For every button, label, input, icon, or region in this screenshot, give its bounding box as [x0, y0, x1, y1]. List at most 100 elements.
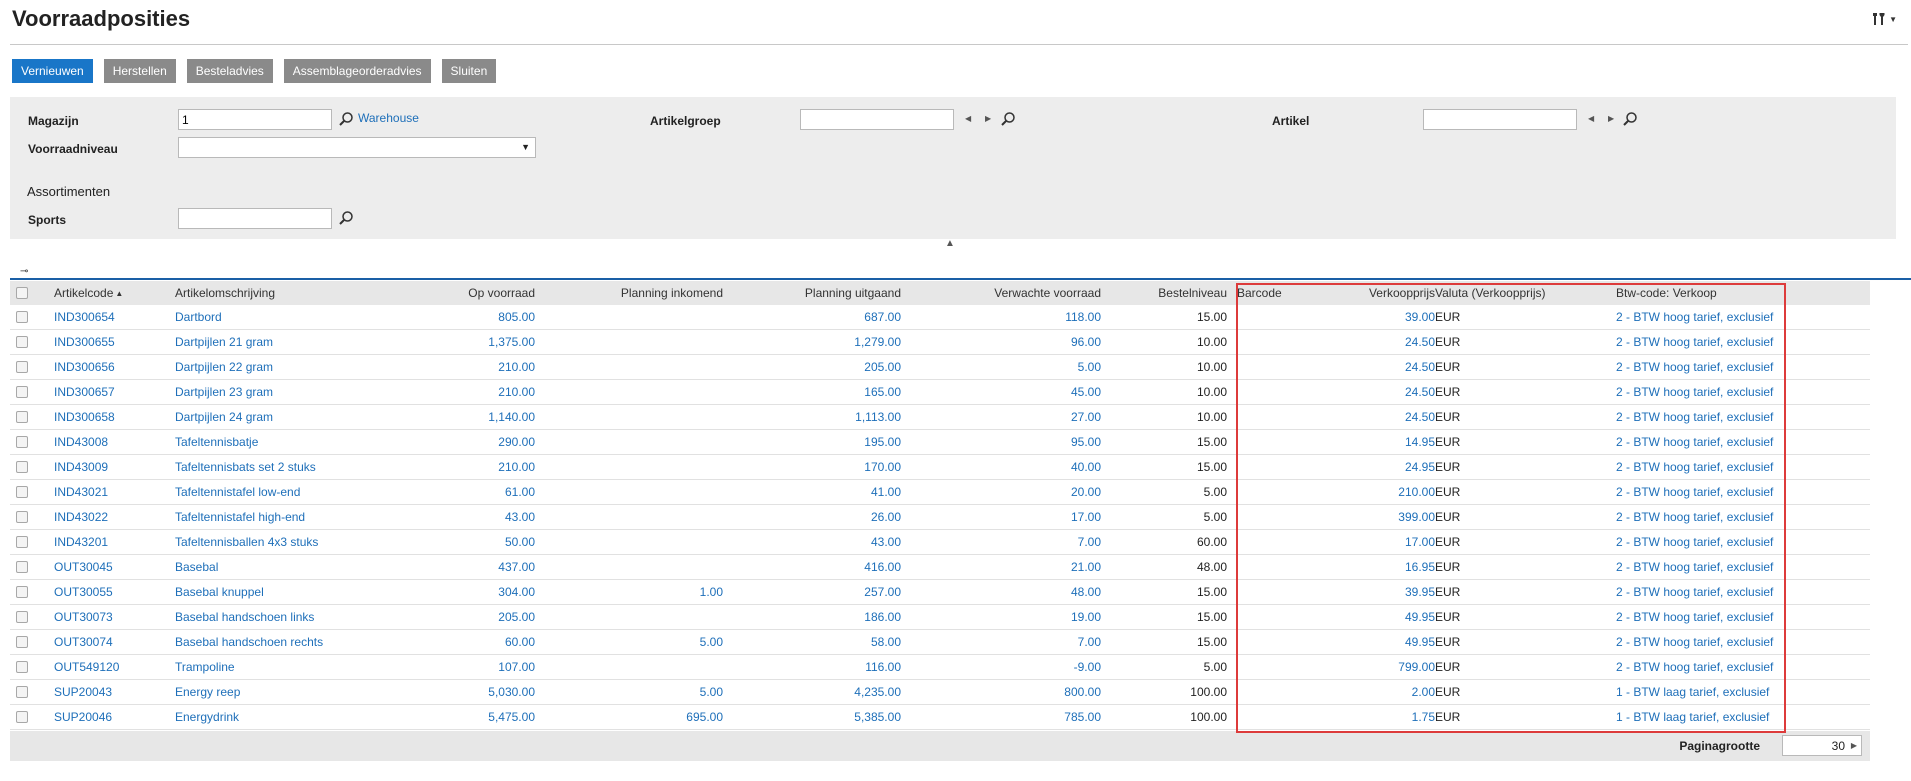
cell-planning-uitgaand[interactable]: 43.00	[770, 530, 901, 554]
cell-planning-inkomend[interactable]: 695.00	[600, 705, 723, 729]
row-checkbox[interactable]	[16, 680, 36, 704]
table-row[interactable]: IND300658 Dartpijlen 24 gram 1,140.00 1,113…	[10, 405, 1870, 430]
next-icon[interactable]: ▶	[985, 114, 991, 123]
table-row[interactable]: IND43022 Tafeltennistafel high-end 43.00 26…	[10, 505, 1870, 530]
cell-artikelomschrijving[interactable]: Dartbord	[175, 305, 395, 329]
cell-artikelcode[interactable]: OUT549120	[54, 655, 164, 679]
cell-planning-uitgaand[interactable]: 41.00	[770, 480, 901, 504]
cell-artikelomschrijving[interactable]: Basebal knuppel	[175, 580, 395, 604]
search-icon[interactable]	[338, 111, 354, 127]
cell-verwachte-voorraad[interactable]: 7.00	[970, 630, 1101, 654]
warehouse-link[interactable]: Warehouse	[358, 111, 419, 125]
cell-artikelcode[interactable]: SUP20043	[54, 680, 164, 704]
next-icon[interactable]: ▶	[1608, 114, 1614, 123]
table-row[interactable]: IND300656 Dartpijlen 22 gram 210.00 205.00 5…	[10, 355, 1870, 380]
row-checkbox[interactable]	[16, 405, 36, 429]
cell-btw-code[interactable]: 1 - BTW laag tarief, exclusief	[1616, 680, 1796, 704]
cell-op-voorraad[interactable]: 210.00	[430, 380, 535, 404]
cell-verwachte-voorraad[interactable]: 20.00	[970, 480, 1101, 504]
cell-verwachte-voorraad[interactable]: 785.00	[970, 705, 1101, 729]
cell-artikelcode[interactable]: IND300657	[54, 380, 164, 404]
table-row[interactable]: OUT30055 Basebal knuppel 304.00 1.00 257.00 4…	[10, 580, 1870, 605]
search-icon[interactable]	[1622, 111, 1638, 127]
cell-planning-inkomend[interactable]	[600, 555, 723, 579]
cell-planning-uitgaand[interactable]: 257.00	[770, 580, 901, 604]
cell-planning-uitgaand[interactable]: 4,235.00	[770, 680, 901, 704]
header-op-voorraad[interactable]: Op voorraad	[430, 281, 535, 305]
cell-planning-inkomend[interactable]: 1.00	[600, 580, 723, 604]
cell-btw-code[interactable]: 2 - BTW hoog tarief, exclusief	[1616, 430, 1796, 454]
cell-verwachte-voorraad[interactable]: -9.00	[970, 655, 1101, 679]
cell-planning-uitgaand[interactable]: 416.00	[770, 555, 901, 579]
cell-btw-code[interactable]: 2 - BTW hoog tarief, exclusief	[1616, 580, 1796, 604]
row-checkbox[interactable]	[16, 330, 36, 354]
cell-artikelomschrijving[interactable]: Energydrink	[175, 705, 395, 729]
settings-menu[interactable]: ▼	[1872, 12, 1897, 26]
search-icon[interactable]	[338, 210, 354, 226]
header-planning-inkomend[interactable]: Planning inkomend	[600, 281, 723, 305]
cell-artikelcode[interactable]: IND43009	[54, 455, 164, 479]
cell-artikelcode[interactable]: IND43022	[54, 505, 164, 529]
cell-op-voorraad[interactable]: 805.00	[430, 305, 535, 329]
cell-verkoopprijs[interactable]: 24.50	[1330, 380, 1435, 404]
cell-op-voorraad[interactable]: 437.00	[430, 555, 535, 579]
header-bestelniveau[interactable]: Bestelniveau	[1140, 281, 1227, 305]
table-row[interactable]: IND43009 Tafeltennisbats set 2 stuks 210.0…	[10, 455, 1870, 480]
magazijn-input[interactable]	[178, 109, 332, 130]
table-row[interactable]: OUT549120 Trampoline 107.00 116.00 -9.00 5.00…	[10, 655, 1870, 680]
cell-artikelcode[interactable]: IND43021	[54, 480, 164, 504]
row-checkbox[interactable]	[16, 455, 36, 479]
header-verwachte-voorraad[interactable]: Verwachte voorraad	[970, 281, 1101, 305]
search-icon[interactable]	[1000, 111, 1016, 127]
cell-btw-code[interactable]: 2 - BTW hoog tarief, exclusief	[1616, 455, 1796, 479]
cell-verkoopprijs[interactable]: 14.95	[1330, 430, 1435, 454]
cell-op-voorraad[interactable]: 290.00	[430, 430, 535, 454]
header-verkoopprijs[interactable]: Verkoopprijs	[1330, 281, 1435, 305]
cell-planning-uitgaand[interactable]: 687.00	[770, 305, 901, 329]
cell-artikelomschrijving[interactable]: Tafeltennistafel low-end	[175, 480, 395, 504]
cell-artikelomschrijving[interactable]: Dartpijlen 24 gram	[175, 405, 395, 429]
assembly-order-advice-button[interactable]: Assemblageorderadvies	[283, 59, 431, 83]
cell-verkoopprijs[interactable]: 49.95	[1330, 630, 1435, 654]
cell-btw-code[interactable]: 2 - BTW hoog tarief, exclusief	[1616, 605, 1796, 629]
cell-verwachte-voorraad[interactable]: 48.00	[970, 580, 1101, 604]
cell-btw-code[interactable]: 2 - BTW hoog tarief, exclusief	[1616, 405, 1796, 429]
cell-verkoopprijs[interactable]: 399.00	[1330, 505, 1435, 529]
cell-verwachte-voorraad[interactable]: 7.00	[970, 530, 1101, 554]
cell-verkoopprijs[interactable]: 210.00	[1330, 480, 1435, 504]
row-checkbox[interactable]	[16, 505, 36, 529]
cell-planning-inkomend[interactable]	[600, 605, 723, 629]
row-checkbox[interactable]	[16, 705, 36, 729]
cell-op-voorraad[interactable]: 107.00	[430, 655, 535, 679]
cell-artikelomschrijving[interactable]: Basebal	[175, 555, 395, 579]
cell-op-voorraad[interactable]: 5,030.00	[430, 680, 535, 704]
cell-btw-code[interactable]: 2 - BTW hoog tarief, exclusief	[1616, 630, 1796, 654]
order-advice-button[interactable]: Besteladvies	[186, 59, 273, 83]
cell-planning-uitgaand[interactable]: 195.00	[770, 430, 901, 454]
cell-artikelcode[interactable]: IND300655	[54, 330, 164, 354]
cell-verkoopprijs[interactable]: 24.50	[1330, 355, 1435, 379]
cell-planning-uitgaand[interactable]: 186.00	[770, 605, 901, 629]
cell-verkoopprijs[interactable]: 39.95	[1330, 580, 1435, 604]
row-checkbox[interactable]	[16, 555, 36, 579]
cell-planning-inkomend[interactable]	[600, 505, 723, 529]
table-row[interactable]: OUT30074 Basebal handschoen rechts 60.00 5.…	[10, 630, 1870, 655]
cell-btw-code[interactable]: 2 - BTW hoog tarief, exclusief	[1616, 355, 1796, 379]
cell-planning-uitgaand[interactable]: 1,279.00	[770, 330, 901, 354]
cell-artikelcode[interactable]: IND300658	[54, 405, 164, 429]
row-checkbox[interactable]	[16, 605, 36, 629]
cell-planning-inkomend[interactable]	[600, 405, 723, 429]
cell-verkoopprijs[interactable]: 49.95	[1330, 605, 1435, 629]
cell-planning-inkomend[interactable]: 5.00	[600, 680, 723, 704]
collapse-filter-icon[interactable]: ▲	[945, 238, 955, 249]
cell-planning-uitgaand[interactable]: 116.00	[770, 655, 901, 679]
header-artikelcode[interactable]: Artikelcode ▲	[54, 281, 164, 305]
cell-planning-uitgaand[interactable]: 26.00	[770, 505, 901, 529]
cell-artikelcode[interactable]: IND43008	[54, 430, 164, 454]
cell-op-voorraad[interactable]: 210.00	[430, 455, 535, 479]
table-row[interactable]: OUT30045 Basebal 437.00 416.00 21.00 48.00 16.…	[10, 555, 1870, 580]
cell-verwachte-voorraad[interactable]: 95.00	[970, 430, 1101, 454]
cell-op-voorraad[interactable]: 205.00	[430, 605, 535, 629]
sports-input[interactable]	[178, 208, 332, 229]
cell-planning-uitgaand[interactable]: 58.00	[770, 630, 901, 654]
